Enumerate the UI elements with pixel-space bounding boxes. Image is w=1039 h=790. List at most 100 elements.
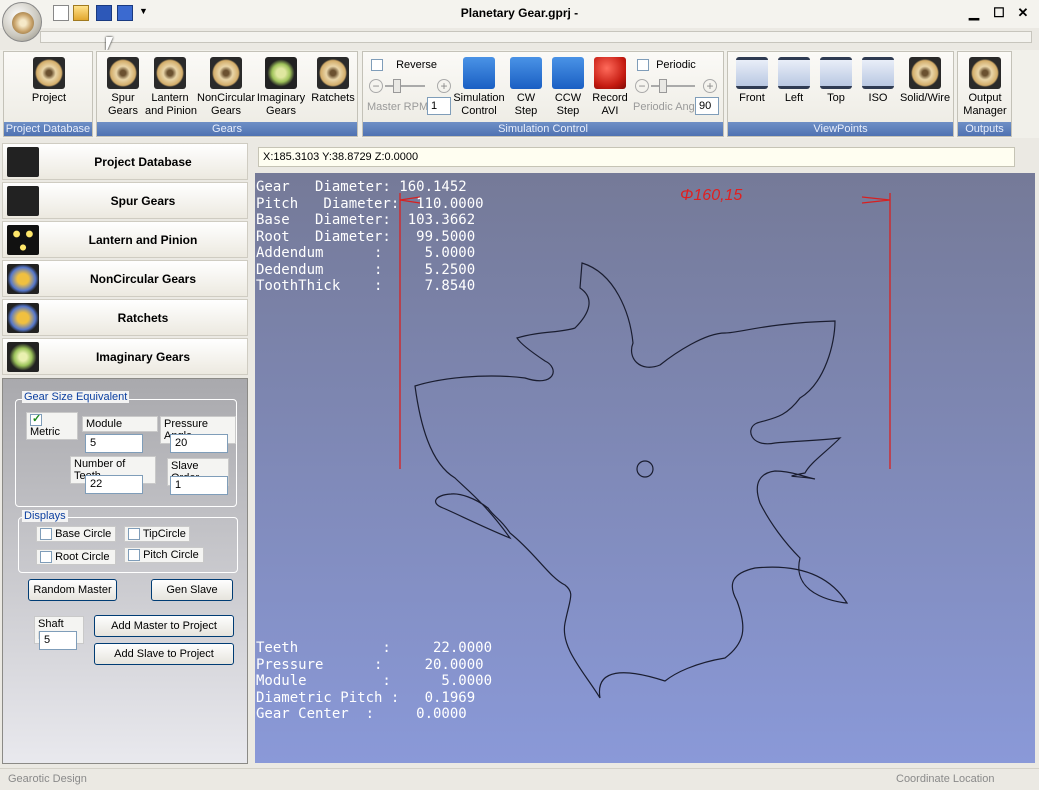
pressure-angle-input[interactable]: 20 [170, 434, 228, 453]
noncircular-gear-icon [210, 57, 242, 89]
pitch-circle-check[interactable] [128, 549, 140, 562]
gear-profile [414, 262, 849, 699]
nav-label: Spur Gears [110, 194, 176, 208]
root-circle-check[interactable] [40, 551, 52, 564]
ribbon-group-outputs: Output Manager Outputs [957, 51, 1012, 137]
lantern-gear-icon [154, 57, 186, 89]
imaginary-icon [7, 342, 39, 372]
record-avi-button[interactable]: Record AVI [591, 57, 629, 118]
master-rpm-slider[interactable]: − + [369, 79, 451, 93]
metric-checkbox[interactable]: Metric [26, 412, 78, 441]
lantern-pinion-button[interactable]: Lantern and Pinion [145, 57, 197, 118]
periodic-checkbox[interactable]: Periodic [637, 59, 696, 72]
dimension-arrow-right [861, 196, 891, 204]
ccw-step-button[interactable]: CCW Step [549, 57, 587, 118]
metric-label: Metric [30, 426, 60, 439]
base-circle-check[interactable] [40, 528, 52, 541]
master-rpm-label: Master RPM [367, 101, 429, 113]
gear-center-hole [636, 460, 654, 478]
metric-check[interactable] [30, 412, 42, 427]
nav-lantern-pinion[interactable]: Lantern and Pinion [2, 221, 248, 258]
nav-imaginary-gears[interactable]: Imaginary Gears [2, 338, 248, 375]
output-manager-button[interactable]: Output Manager [960, 57, 1010, 118]
address-bar [40, 31, 1032, 43]
top-view-icon [820, 57, 852, 89]
spur-gear-icon [107, 57, 139, 89]
reverse-checkbox[interactable]: Reverse [371, 59, 438, 72]
cw-step-button[interactable]: CW Step [507, 57, 545, 118]
gen-slave-button[interactable]: Gen Slave [151, 579, 233, 601]
base-circle-checkbox[interactable]: Base Circle [36, 526, 116, 543]
tip-circle-label: TipCircle [142, 528, 186, 540]
imaginary-gears-button[interactable]: Imaginary Gears [255, 57, 307, 118]
nav-noncircular-gears[interactable]: NonCircular Gears [2, 260, 248, 297]
simulation-control-button[interactable]: Simulation Control [453, 57, 505, 118]
add-slave-button[interactable]: Add Slave to Project [94, 643, 234, 665]
tip-circle-check[interactable] [128, 528, 140, 541]
project-button[interactable]: Project [24, 57, 74, 105]
periodic-label: Periodic [656, 59, 696, 71]
record-icon [594, 57, 626, 89]
nav-project-database[interactable]: Project Database [2, 143, 248, 180]
periodic-ang-input[interactable]: 90 [695, 97, 719, 115]
tip-circle-checkbox[interactable]: TipCircle [124, 526, 190, 543]
gear-icon [12, 12, 34, 34]
ratchet-icon [7, 303, 39, 333]
ribbon-group-viewpoints: Front Left Top ISO Solid/Wire ViewPoints [727, 51, 954, 137]
add-master-button[interactable]: Add Master to Project [94, 615, 234, 637]
ratchets-button[interactable]: Ratchets [309, 57, 357, 105]
plus-icon: + [703, 79, 717, 93]
shaft-dia-input[interactable]: 5 [39, 631, 77, 650]
gear-viewport[interactable]: Φ160,15 Gear Diameter: 160.1452 Pitch Di… [255, 173, 1035, 763]
window-title: Planetary Gear.gprj - [460, 6, 579, 20]
front-view-button[interactable]: Front [732, 57, 772, 105]
random-master-button[interactable]: Random Master [28, 579, 117, 601]
noncircular-gears-button[interactable]: NonCircular Gears [197, 57, 255, 118]
app-menu-button[interactable] [2, 2, 42, 42]
group-label: Gears [97, 122, 357, 136]
iso-view-button[interactable]: ISO [858, 57, 898, 105]
pitch-circle-checkbox[interactable]: Pitch Circle [124, 547, 204, 564]
plus-icon: + [437, 79, 451, 93]
left-view-icon [778, 57, 810, 89]
slider-knob[interactable] [393, 79, 401, 93]
arrow-up-icon [552, 57, 584, 89]
nav-label: Ratchets [117, 311, 169, 325]
status-bar: Gearotic Design Coordinate Location [0, 768, 1039, 790]
group-label: ViewPoints [728, 122, 953, 136]
root-circle-checkbox[interactable]: Root Circle [36, 549, 116, 566]
periodic-check[interactable] [637, 59, 649, 72]
front-view-icon [736, 57, 768, 89]
nav-label: Lantern and Pinion [88, 233, 198, 247]
minimize-button[interactable]: ▁ [965, 5, 983, 21]
spur-gear-icon [7, 186, 39, 216]
arrow-down-icon [510, 57, 542, 89]
teeth-input[interactable]: 22 [85, 475, 143, 494]
module-label: Module [82, 416, 158, 432]
reverse-label: Reverse [396, 59, 438, 71]
slave-order-input[interactable]: 1 [170, 476, 228, 495]
spur-gears-button[interactable]: Spur Gears [101, 57, 145, 118]
maximize-button[interactable]: ☐ [990, 5, 1008, 21]
imaginary-gear-icon [265, 57, 297, 89]
nav-spur-gears[interactable]: Spur Gears [2, 182, 248, 219]
close-button[interactable]: ✕ [1014, 5, 1032, 21]
left-view-button[interactable]: Left [774, 57, 814, 105]
output-manager-icon [969, 57, 1001, 89]
solid-wire-button[interactable]: Solid/Wire [898, 57, 952, 105]
output-manager-label: Output Manager [963, 92, 1007, 117]
reverse-check[interactable] [371, 59, 383, 72]
root-circle-label: Root Circle [55, 551, 110, 563]
diameter-dimension-label: Φ160,15 [680, 187, 743, 204]
ratchets-label: Ratchets [311, 92, 355, 104]
master-rpm-input[interactable]: 1 [427, 97, 451, 115]
slider-knob[interactable] [659, 79, 667, 93]
nav-label: Imaginary Gears [95, 350, 191, 364]
base-circle-label: Base Circle [55, 528, 112, 540]
nav-ratchets[interactable]: Ratchets [2, 299, 248, 336]
periodic-ang-slider[interactable]: − + [635, 79, 719, 93]
module-input[interactable]: 5 [85, 434, 143, 453]
top-label: Top [827, 92, 845, 104]
record-label: Record AVI [592, 92, 628, 117]
top-view-button[interactable]: Top [816, 57, 856, 105]
